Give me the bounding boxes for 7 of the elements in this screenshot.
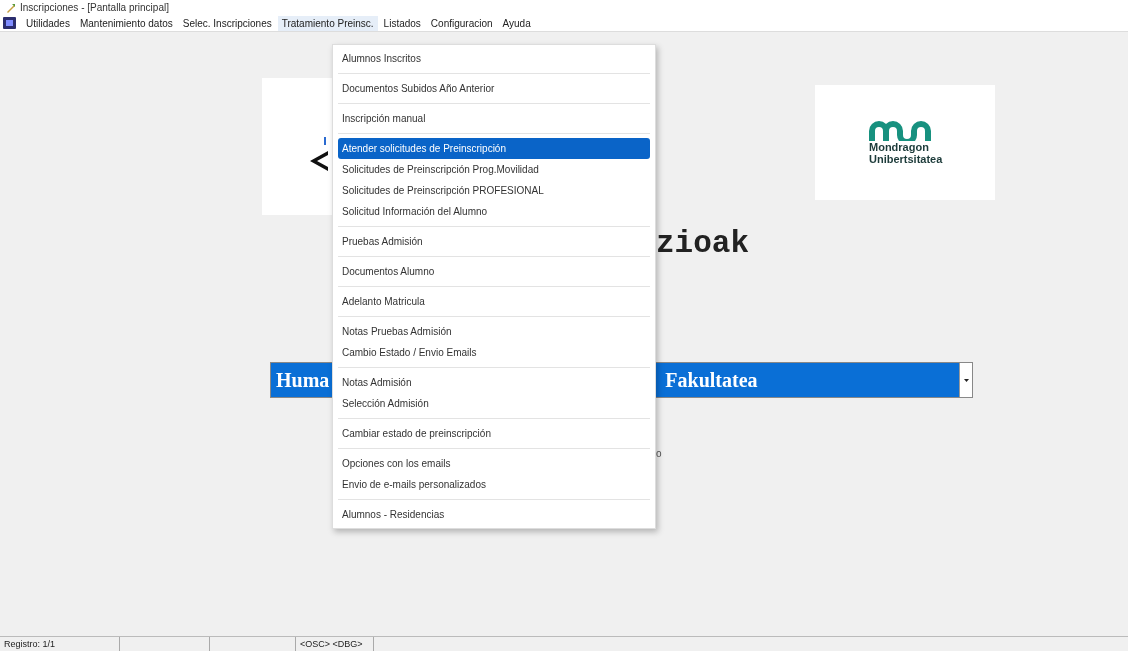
heading: zioak xyxy=(656,226,749,261)
partial-text: o xyxy=(656,448,662,459)
status-cell: Registro: 1/1 xyxy=(0,637,120,651)
window-title: Inscripciones - [Pantalla principal] xyxy=(20,1,169,15)
logo-text: Mondragon xyxy=(869,140,930,153)
logo-text: Unibertsitatea xyxy=(869,152,944,165)
status-cell: <OSC> <DBG> xyxy=(296,637,374,651)
